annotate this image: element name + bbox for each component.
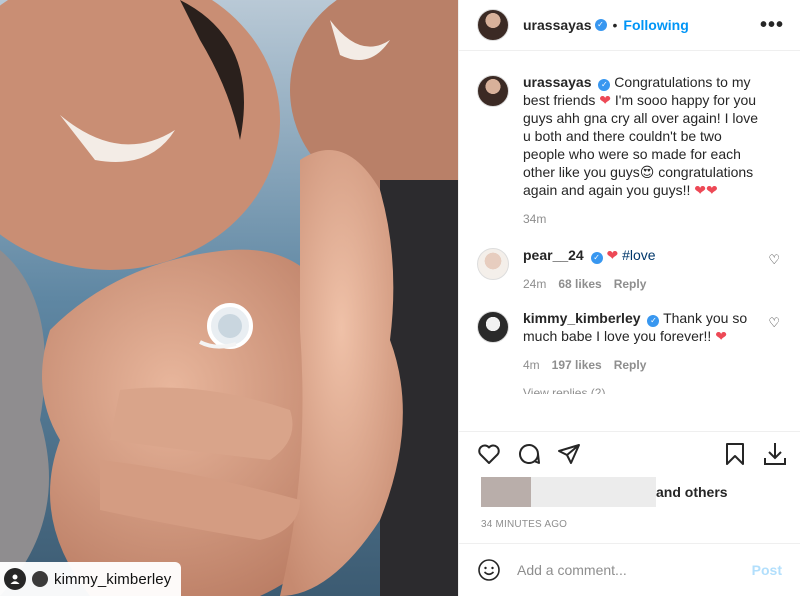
comment-item: kimmy_kimberley ✓ Thank you so much babe… xyxy=(477,309,784,372)
comment-time[interactable]: 24m xyxy=(523,277,546,291)
hashtag-link[interactable]: #love xyxy=(622,247,655,263)
heart-eyes-emoji-icon: 😍 xyxy=(639,164,655,180)
likes-others[interactable]: and others xyxy=(656,484,728,500)
comment-time[interactable]: 4m xyxy=(523,358,540,372)
more-options-icon[interactable]: ••• xyxy=(760,15,784,35)
commenter-avatar[interactable] xyxy=(477,248,509,280)
post-header: urassayas ✓ • Following ••• xyxy=(459,0,800,51)
tagged-user-chip[interactable]: kimmy_kimberley xyxy=(0,562,182,596)
add-comment-input[interactable]: Add a comment... xyxy=(517,562,752,578)
header-separator: • xyxy=(612,17,618,33)
commenter-username[interactable]: pear__24 xyxy=(523,247,584,263)
action-bar xyxy=(459,431,800,475)
comment-likes[interactable]: 68 likes xyxy=(558,277,601,291)
red-heart-emoji-icon: ❤ xyxy=(606,247,619,263)
reply-button[interactable]: Reply xyxy=(614,358,647,372)
post-button[interactable]: Post xyxy=(752,562,782,578)
bookmark-icon[interactable] xyxy=(724,442,746,466)
redacted-liker-name xyxy=(531,477,656,507)
share-icon[interactable] xyxy=(557,442,581,466)
post-photo[interactable]: kimmy_kimberley xyxy=(0,0,458,596)
author-username[interactable]: urassayas xyxy=(523,17,592,33)
redacted-liker xyxy=(481,477,531,507)
reply-button[interactable]: Reply xyxy=(614,277,647,291)
author-avatar[interactable] xyxy=(477,9,509,41)
likes-summary: and others xyxy=(459,475,800,509)
commenter-avatar[interactable] xyxy=(477,311,509,343)
caption-author-avatar[interactable] xyxy=(477,75,509,107)
verified-badge-icon: ✓ xyxy=(647,315,660,327)
red-heart-emoji-icon: ❤❤ xyxy=(694,182,718,198)
comment-icon[interactable] xyxy=(517,442,541,466)
heart-outline-icon[interactable] xyxy=(477,442,501,466)
following-button[interactable]: Following xyxy=(623,17,688,33)
red-heart-emoji-icon: ❤ xyxy=(715,328,727,344)
view-replies-button[interactable]: View replies (2) xyxy=(523,386,784,394)
red-heart-emoji-icon: ❤ xyxy=(599,92,611,108)
verified-badge-icon: ✓ xyxy=(598,79,611,91)
post-timestamp: 34 MINUTES AGO xyxy=(481,519,568,530)
verified-badge-icon: ✓ xyxy=(590,252,603,264)
caption-time[interactable]: 34m xyxy=(523,212,546,226)
emoji-icon[interactable] xyxy=(477,558,501,582)
engagement-ring-photo xyxy=(0,0,458,596)
heart-outline-icon[interactable]: ♡ xyxy=(768,315,780,331)
tagged-username[interactable]: kimmy_kimberley xyxy=(54,571,171,588)
post-panel: urassayas ✓ • Following ••• urassayas ✓ … xyxy=(458,0,800,596)
verified-badge-icon: ✓ xyxy=(594,19,607,31)
comments-section[interactable]: urassayas ✓ Congratulations to my best f… xyxy=(459,51,800,431)
comment-item: pear__24 ✓ ❤ #love 24m 68 likes Reply ♡ xyxy=(477,246,784,291)
tagged-user-avatar xyxy=(32,571,48,587)
commenter-username[interactable]: kimmy_kimberley xyxy=(523,310,641,326)
heart-outline-icon[interactable]: ♡ xyxy=(768,252,780,268)
caption: urassayas ✓ Congratulations to my best f… xyxy=(477,73,784,226)
add-comment-bar: Add a comment... Post xyxy=(459,543,800,596)
caption-username[interactable]: urassayas xyxy=(523,74,592,90)
person-icon[interactable] xyxy=(4,568,26,590)
comment-likes[interactable]: 197 likes xyxy=(552,358,602,372)
download-icon[interactable] xyxy=(762,441,788,467)
instagram-post: kimmy_kimberley urassayas ✓ • Following … xyxy=(0,0,800,596)
